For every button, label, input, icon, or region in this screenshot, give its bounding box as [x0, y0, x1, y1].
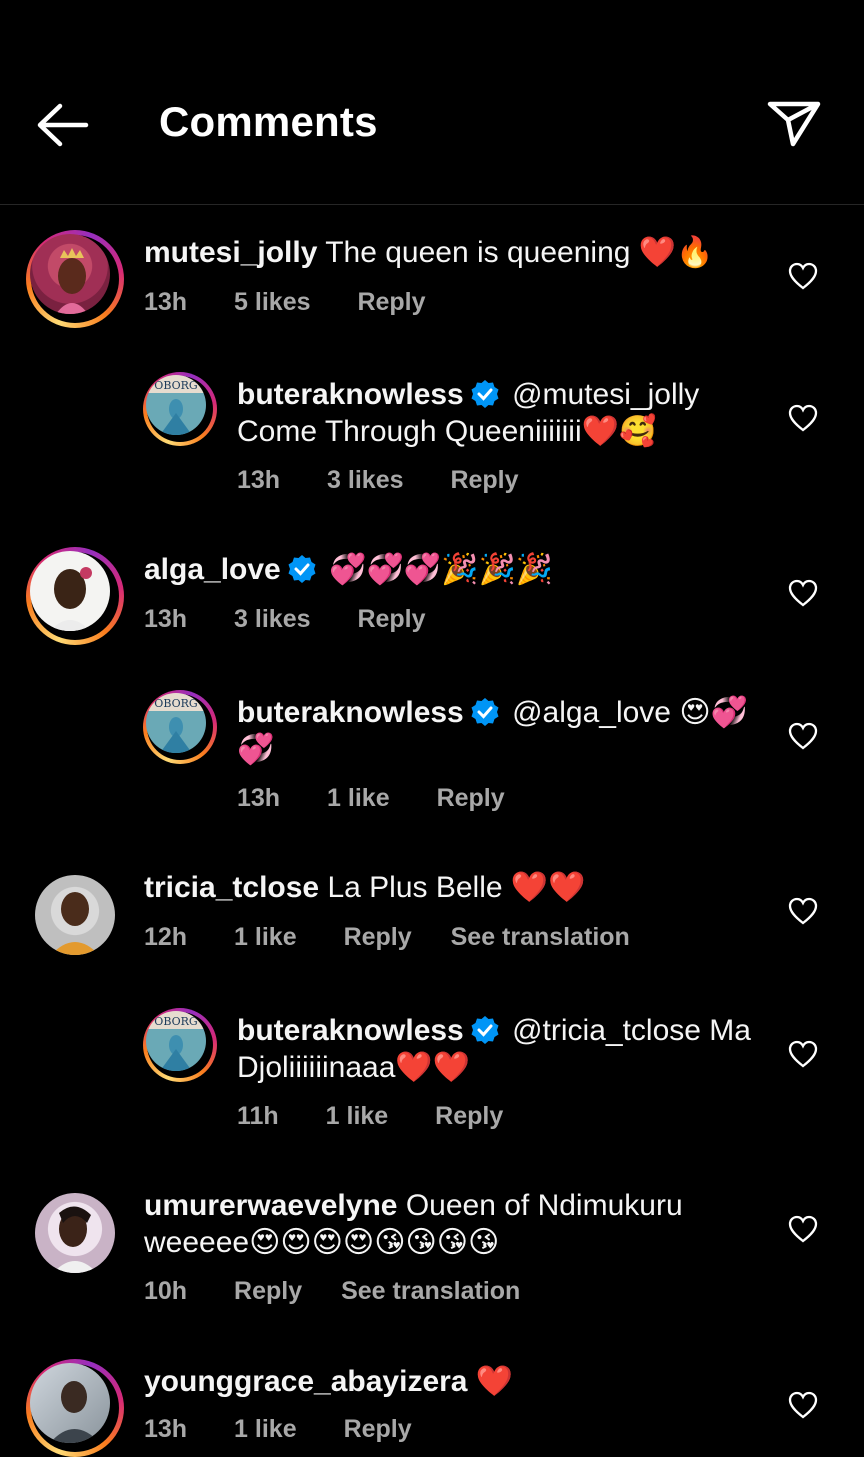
heart-icon[interactable]	[788, 1391, 818, 1419]
heart-icon[interactable]	[788, 897, 818, 925]
comment-likes[interactable]: 1 like	[234, 923, 297, 951]
heart-icon[interactable]	[788, 1215, 818, 1243]
comment-meta: 13h 5 likes Reply	[144, 288, 466, 317]
comment-likes[interactable]: 5 likes	[234, 288, 310, 316]
comment-time: 11h	[237, 1102, 279, 1130]
avatar[interactable]	[26, 547, 124, 645]
reply-button[interactable]: Reply	[450, 466, 518, 494]
reply-button[interactable]: Reply	[344, 1415, 412, 1443]
comment-emoji-line2: 💞	[237, 732, 275, 767]
comment-text: buteraknowless @tricia_tclose Ma Djoliii…	[237, 1012, 751, 1086]
comment-body: Oueen of Ndimukuru	[405, 1189, 683, 1222]
heart-icon[interactable]	[788, 262, 818, 290]
heart-icon[interactable]	[788, 579, 818, 607]
comment-body: The queen is queening	[325, 236, 631, 269]
comment-meta: 12h 1 like Reply See translation	[144, 923, 670, 952]
verified-badge-icon	[471, 698, 499, 726]
comment-username[interactable]: mutesi_jolly	[144, 236, 317, 269]
comment-username[interactable]: tricia_tclose	[144, 871, 319, 904]
heart-icon[interactable]	[788, 404, 818, 432]
comment-meta: 13h 1 like Reply	[144, 1415, 452, 1444]
comment-meta: 13h 1 like Reply	[237, 784, 545, 813]
reply-button[interactable]: Reply	[357, 288, 425, 316]
comment-meta: 11h 1 like Reply	[237, 1102, 543, 1131]
avatar[interactable]	[26, 1359, 124, 1457]
comment-time: 13h	[144, 605, 188, 633]
comment-likes[interactable]: 3 likes	[234, 605, 310, 633]
comment-username[interactable]: umurerwaevelyne	[144, 1189, 397, 1222]
comment-username[interactable]: buteraknowless	[237, 378, 464, 411]
verified-badge-icon	[471, 1016, 499, 1044]
reply-button[interactable]: Reply	[357, 605, 425, 633]
comment-meta: 13h 3 likes Reply	[237, 466, 559, 495]
comment-emoji: 😍💞	[679, 695, 748, 730]
comment-text: younggrace_abayizera ❤️	[144, 1363, 513, 1400]
comment-emoji: ❤️❤️	[510, 870, 586, 905]
verified-badge-icon	[288, 555, 316, 583]
comment-time: 10h	[144, 1277, 188, 1305]
avatar[interactable]	[35, 1193, 115, 1273]
comment-text: mutesi_jolly The queen is queening ❤️🔥	[144, 234, 714, 271]
comment-time: 12h	[144, 923, 188, 951]
svg-text:OBORG: OBORG	[154, 379, 197, 392]
header: Comments	[0, 0, 864, 205]
comment-username[interactable]: buteraknowless	[237, 696, 464, 729]
comment-body-line2: Djoliiiiiinaaa	[237, 1051, 396, 1084]
avatar[interactable]	[35, 875, 115, 955]
comment-body: La Plus Belle	[327, 871, 503, 904]
reply-button[interactable]: Reply	[437, 784, 505, 812]
see-translation-link[interactable]: See translation	[451, 923, 630, 951]
comment-body[interactable]: @tricia_tclose Ma	[512, 1014, 751, 1047]
comment-meta: 10h Reply See translation	[144, 1277, 560, 1306]
comment-time: 13h	[144, 288, 188, 316]
comment-body-line2: Come Through Queeniiiiiii	[237, 415, 582, 448]
send-icon[interactable]	[766, 98, 822, 148]
reply-button[interactable]: Reply	[344, 923, 412, 951]
comment-likes[interactable]: 1 like	[234, 1415, 297, 1443]
page-title: Comments	[159, 98, 378, 145]
comment-text: buteraknowless @alga_love 😍💞 💞	[237, 694, 748, 768]
comment-username[interactable]: buteraknowless	[237, 1014, 464, 1047]
avatar[interactable]: OBORG	[143, 1008, 217, 1082]
comment-time: 13h	[144, 1415, 188, 1443]
comment-body-line2: weeeee	[144, 1226, 250, 1259]
heart-icon[interactable]	[788, 1040, 818, 1068]
svg-text:OBORG: OBORG	[154, 697, 197, 710]
reply-button[interactable]: Reply	[234, 1277, 302, 1305]
comment-emoji: 💞💞💞🎉🎉🎉	[329, 552, 554, 587]
comment-username[interactable]: alga_love	[144, 553, 281, 586]
comment-time: 13h	[237, 784, 281, 812]
avatar[interactable]: OBORG	[143, 690, 217, 764]
comment-body[interactable]: @mutesi_jolly	[512, 378, 699, 411]
comment-likes[interactable]: 1 like	[327, 784, 390, 812]
comment-text: alga_love 💞💞💞🎉🎉🎉	[144, 551, 553, 588]
comment-meta: 13h 3 likes Reply	[144, 605, 466, 634]
comment-username[interactable]: younggrace_abayizera	[144, 1365, 467, 1398]
comment-time: 13h	[237, 466, 281, 494]
reply-button[interactable]: Reply	[435, 1102, 503, 1130]
svg-text:OBORG: OBORG	[154, 1015, 197, 1028]
comment-emoji: ❤️❤️	[395, 1050, 471, 1085]
avatar[interactable]	[26, 230, 124, 328]
comment-text: buteraknowless @mutesi_jolly Come Throug…	[237, 376, 699, 450]
comment-emoji: ❤️🥰	[581, 414, 657, 449]
see-translation-link[interactable]: See translation	[341, 1277, 520, 1305]
comment-likes[interactable]: 3 likes	[327, 466, 403, 494]
comment-text: umurerwaevelyne Oueen of Ndimukuru weeee…	[144, 1187, 683, 1261]
heart-icon[interactable]	[788, 722, 818, 750]
comment-likes[interactable]: 1 like	[326, 1102, 389, 1130]
comment-body[interactable]: @alga_love	[512, 696, 671, 729]
verified-badge-icon	[471, 380, 499, 408]
comment-text: tricia_tclose La Plus Belle ❤️❤️	[144, 869, 586, 906]
comment-emoji: ❤️🔥	[638, 235, 714, 270]
avatar[interactable]: OBORG	[143, 372, 217, 446]
comment-emoji: 😍😍😍😍😘😘😘😘	[249, 1225, 500, 1260]
back-arrow-icon[interactable]	[34, 100, 90, 150]
comment-emoji: ❤️	[475, 1364, 514, 1399]
